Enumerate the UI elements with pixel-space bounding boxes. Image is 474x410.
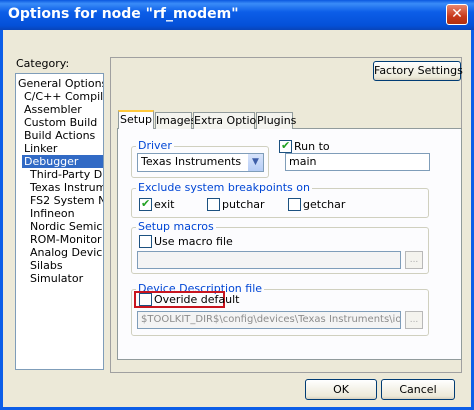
- category-item-debugger[interactable]: Debugger: [22, 155, 103, 168]
- driver-select[interactable]: Texas Instruments: [137, 153, 264, 172]
- override-default-checkbox[interactable]: [139, 293, 152, 306]
- category-item-rom-monitor[interactable]: ROM-Monitor: [30, 233, 102, 246]
- run-to-label: Run to: [294, 140, 330, 153]
- tab-images[interactable]: Images: [155, 112, 196, 129]
- macros-group-label: Setup macros: [136, 220, 216, 233]
- driver-select-value: Texas Instruments: [141, 155, 242, 168]
- category-item-infineon[interactable]: Infineon: [30, 207, 75, 220]
- factory-settings-button[interactable]: Factory Settings: [373, 61, 463, 81]
- category-item-silabs[interactable]: Silabs: [30, 259, 63, 272]
- device-browse-button[interactable]: ...: [405, 311, 423, 329]
- category-item-assembler[interactable]: Assembler: [24, 103, 82, 116]
- breakpoints-group-label: Exclude system breakpoints on: [136, 181, 312, 194]
- exit-label: exit: [154, 198, 175, 211]
- run-to-checkbox[interactable]: [279, 139, 292, 153]
- tab-plugins[interactable]: Plugins: [256, 112, 296, 129]
- category-item-c-compiler[interactable]: C/C++ Compiler: [24, 90, 103, 103]
- getchar-label: getchar: [303, 198, 346, 211]
- category-label: Category:: [16, 57, 70, 70]
- category-item-nordic-semiconductor[interactable]: Nordic Semiconduc: [30, 220, 103, 233]
- category-list[interactable]: General Options C/C++ Compiler Assembler…: [15, 73, 104, 370]
- category-item-texas-instruments[interactable]: Texas Instruments: [30, 181, 103, 194]
- category-item-simulator[interactable]: Simulator: [30, 272, 83, 285]
- category-item-third-party-driver[interactable]: Third-Party Driver: [30, 168, 103, 181]
- chevron-down-icon[interactable]: ▼: [247, 154, 263, 171]
- category-item-fs2-system-navig[interactable]: FS2 System Navig: [30, 194, 103, 207]
- device-description-input[interactable]: $TOOLKIT_DIR$\config\devices\Texas Instr…: [137, 311, 401, 329]
- putchar-checkbox[interactable]: [207, 198, 220, 211]
- driver-group-label: Driver: [136, 139, 174, 152]
- putchar-label: putchar: [222, 198, 265, 211]
- exit-checkbox[interactable]: [139, 197, 152, 211]
- macro-file-input[interactable]: [137, 251, 401, 269]
- category-item-build-actions[interactable]: Build Actions: [24, 129, 95, 142]
- run-to-input[interactable]: main: [285, 153, 430, 171]
- macro-browse-button[interactable]: ...: [405, 251, 423, 269]
- category-item-analog-devices[interactable]: Analog Devices: [30, 246, 103, 259]
- tab-extra-options[interactable]: Extra Options: [193, 112, 269, 129]
- category-item-custom-build[interactable]: Custom Build: [24, 116, 97, 129]
- use-macro-file-checkbox[interactable]: [139, 235, 152, 248]
- window-title: Options for node "rf_modem": [8, 6, 239, 22]
- close-button[interactable]: ✕: [446, 4, 468, 25]
- tab-setup[interactable]: Setup: [118, 110, 154, 129]
- category-item-general-options[interactable]: General Options: [18, 77, 103, 90]
- getchar-checkbox[interactable]: [288, 198, 301, 211]
- category-item-linker[interactable]: Linker: [24, 142, 57, 155]
- cancel-button[interactable]: Cancel: [381, 379, 455, 400]
- override-default-label: Overide default: [154, 293, 240, 306]
- use-macro-file-label: Use macro file: [154, 235, 233, 248]
- ok-button[interactable]: OK: [305, 379, 377, 400]
